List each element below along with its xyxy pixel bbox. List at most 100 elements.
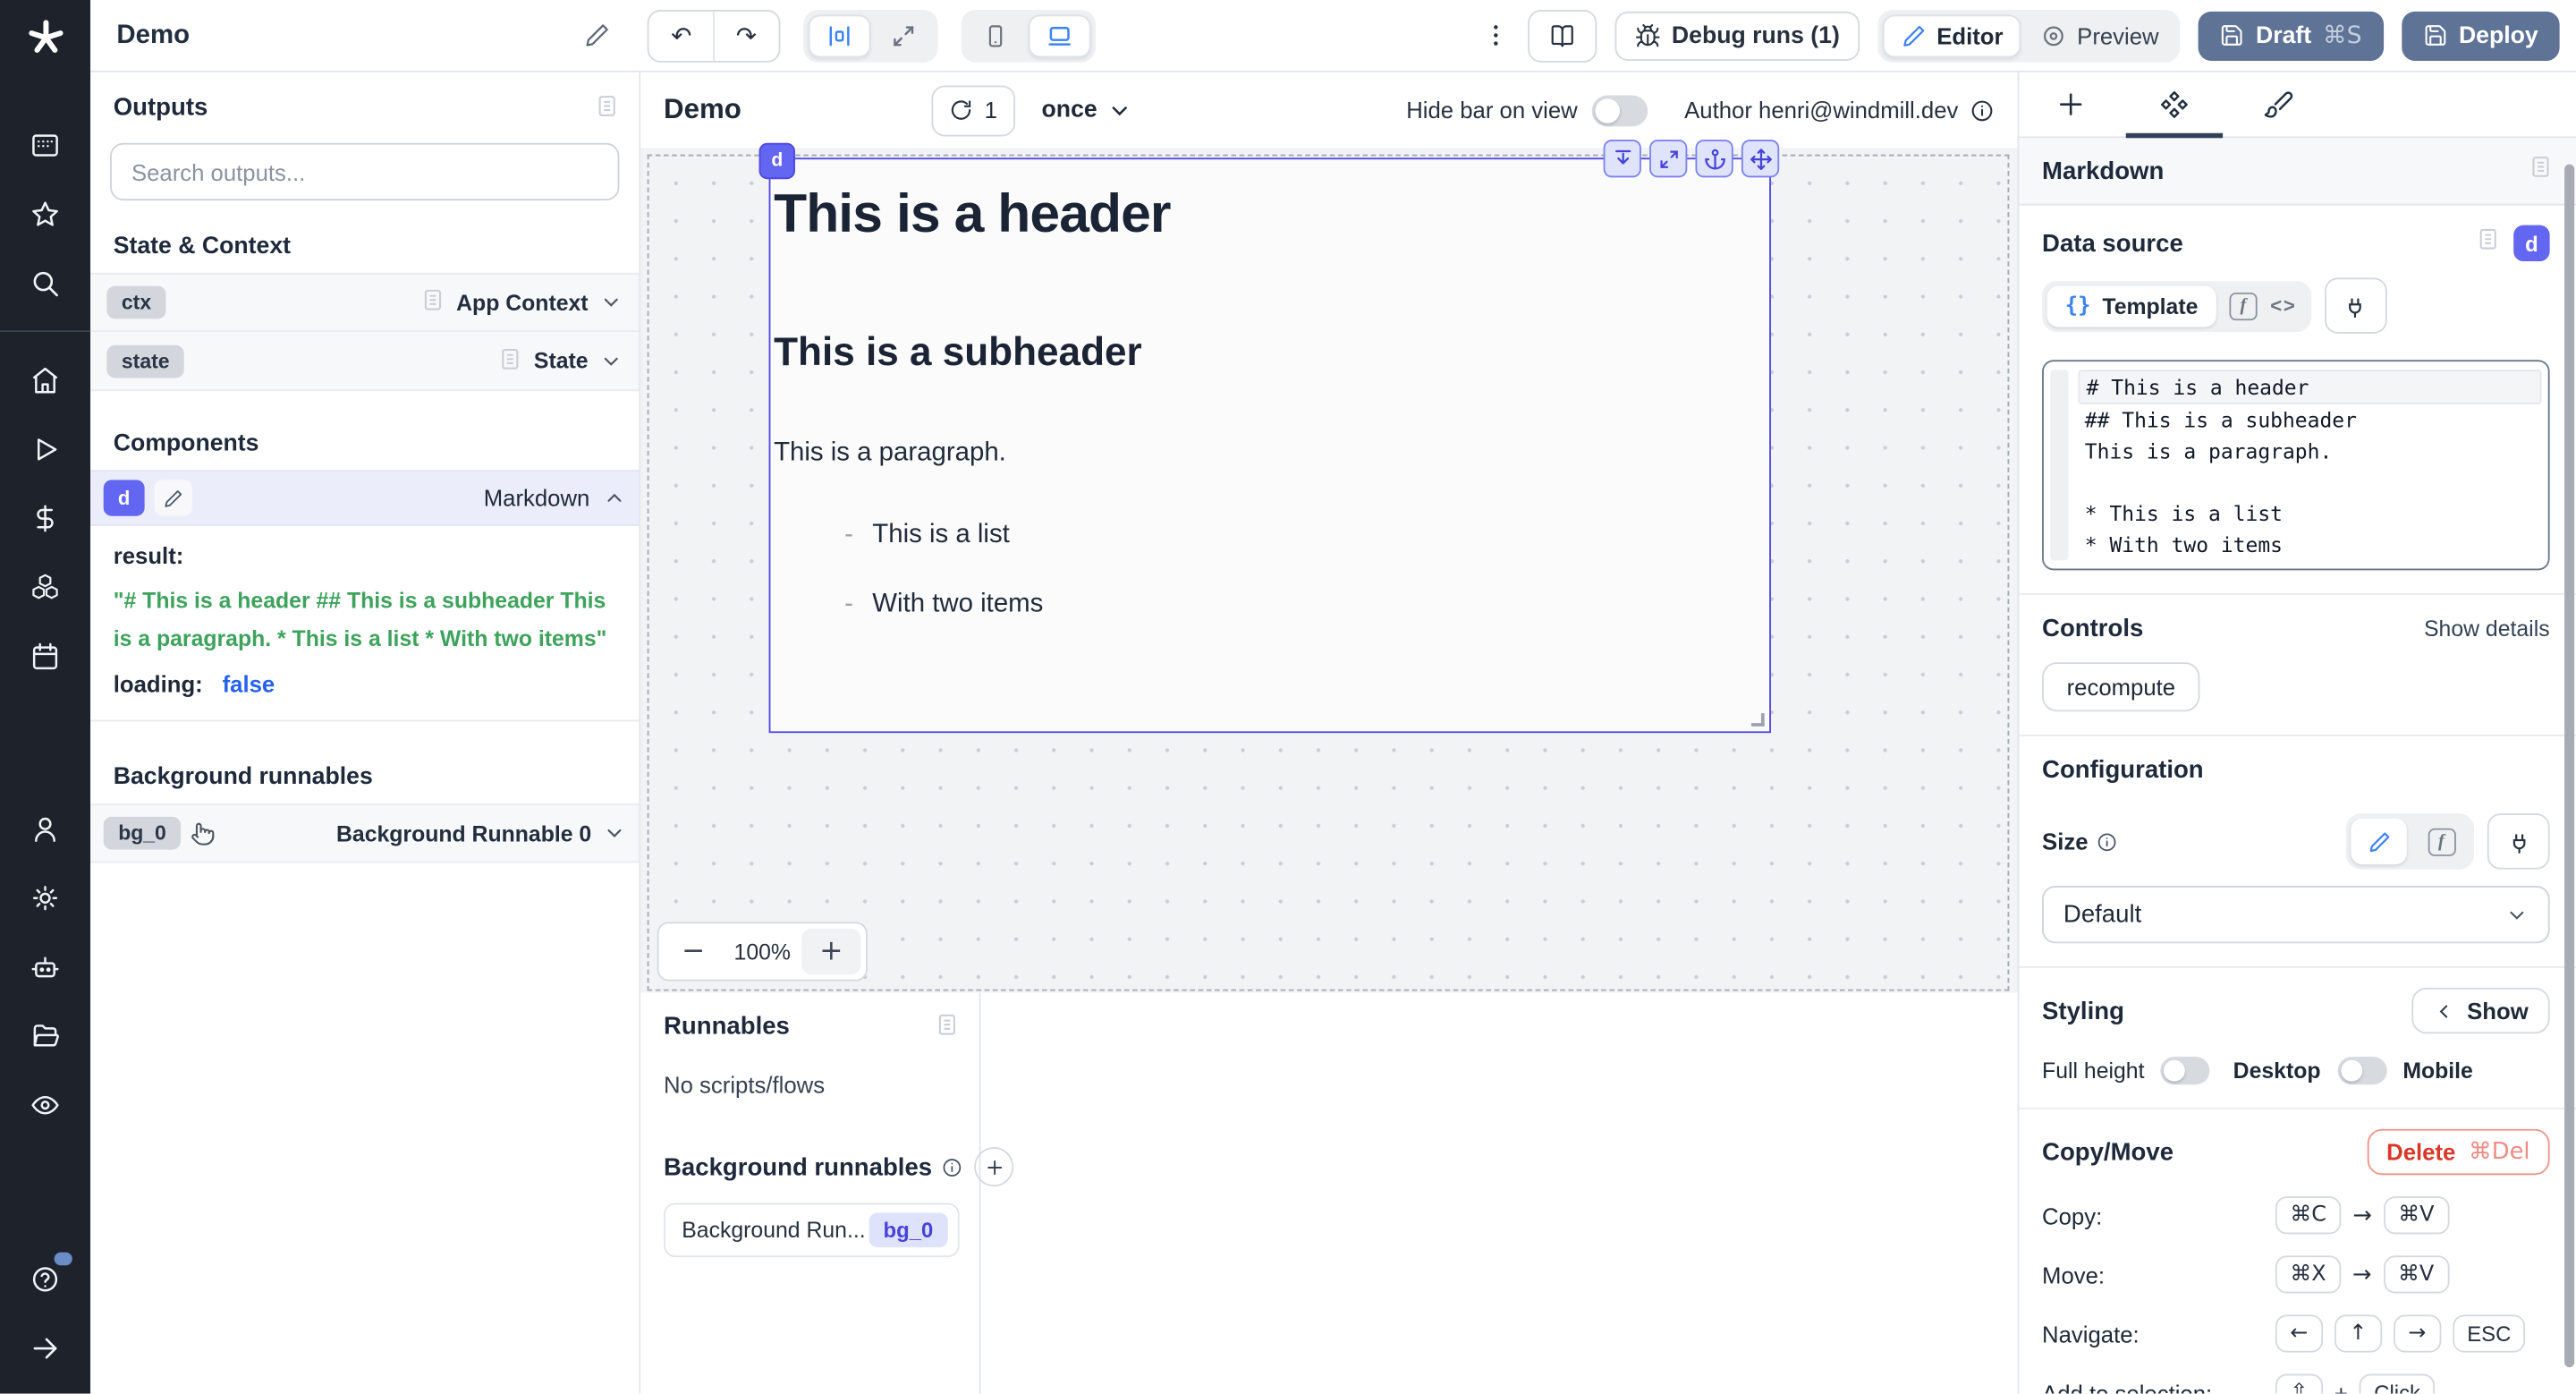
deploy-button[interactable]: Deploy — [2402, 11, 2560, 60]
runs-play-icon[interactable] — [15, 419, 74, 478]
expand-component-icon[interactable] — [1649, 140, 1687, 177]
delete-button[interactable]: Delete ⌘Del — [2367, 1129, 2549, 1175]
code-line[interactable]: * With two items — [2078, 529, 2541, 560]
move-shortcut-row: Move: ⌘X → ⌘V — [2042, 1255, 2550, 1293]
chevron-down-icon[interactable] — [603, 821, 626, 845]
refresh-icon — [950, 98, 973, 122]
chevron-down-icon[interactable] — [599, 291, 623, 314]
panel-scrollbar[interactable] — [2564, 165, 2574, 1367]
show-details-link[interactable]: Show details — [2424, 616, 2550, 642]
refresh-count-button[interactable]: 1 — [932, 85, 1015, 136]
desktop-toggle[interactable] — [2337, 1057, 2386, 1084]
ctx-row[interactable]: ctx App Context — [90, 273, 639, 332]
no-scripts-text: No scripts/flows — [664, 1072, 960, 1098]
folders-icon[interactable] — [15, 1007, 74, 1066]
resources-boxes-icon[interactable] — [15, 557, 74, 616]
markdown-rendered-content: This is a header This is a subheader Thi… — [770, 159, 1769, 619]
bottom-area: Runnables No scripts/flows Background ru… — [640, 992, 2017, 1393]
component-doc-icon[interactable] — [2529, 155, 2554, 188]
variables-dollar-icon[interactable] — [15, 489, 74, 548]
user-icon[interactable] — [15, 800, 74, 859]
template-mode-button[interactable]: {} Template — [2047, 285, 2216, 327]
apps-icon[interactable] — [15, 115, 74, 174]
help-icon[interactable] — [15, 1249, 74, 1308]
zoom-out-button[interactable]: − — [664, 929, 723, 974]
search-outputs-input[interactable] — [128, 157, 601, 186]
audit-eye-icon[interactable] — [15, 1075, 74, 1135]
runnables-doc-icon[interactable] — [935, 1012, 960, 1045]
more-kebab-icon[interactable] — [1481, 21, 1509, 49]
data-source-doc-icon[interactable] — [2476, 226, 2501, 259]
code-line[interactable]: * This is a list — [2078, 498, 2541, 530]
anchor-icon[interactable] — [1696, 140, 1733, 177]
code-line[interactable]: This is a paragraph. — [2078, 436, 2541, 467]
edit-id-pencil-icon[interactable] — [155, 480, 192, 515]
expand-layout-button[interactable] — [873, 14, 932, 57]
home-icon[interactable] — [15, 350, 74, 409]
tab-component-settings-icon[interactable] — [2123, 72, 2226, 137]
tab-insert-plus-icon[interactable] — [2019, 72, 2123, 137]
draft-button[interactable]: Draft ⌘S — [2199, 11, 2384, 60]
schedules-calendar-icon[interactable] — [15, 626, 74, 685]
state-row[interactable]: state State — [90, 332, 639, 391]
controls-title: Controls — [2042, 615, 2143, 642]
background-runnable-card[interactable]: Background Run... bg_0 — [664, 1203, 960, 1257]
move-component-icon[interactable] — [1741, 140, 1779, 177]
function-mode-icon[interactable]: f — [2229, 292, 2257, 319]
desktop-view-button[interactable] — [1028, 14, 1090, 57]
chevron-up-icon[interactable] — [603, 487, 626, 510]
schedule-dropdown[interactable]: once — [1042, 97, 1132, 123]
state-doc-icon[interactable] — [498, 346, 523, 376]
component-d-row[interactable]: d Markdown — [90, 470, 639, 525]
size-select[interactable]: Default — [2042, 886, 2550, 943]
tab-styling-brush-icon[interactable] — [2226, 72, 2330, 137]
styling-show-button[interactable]: Show — [2411, 988, 2550, 1033]
workers-robot-icon[interactable] — [15, 938, 74, 997]
kbd-key: ← — [2275, 1314, 2323, 1352]
ctx-doc-icon[interactable] — [420, 287, 445, 317]
template-code-editor[interactable]: # This is a header ## This is a subheade… — [2042, 360, 2550, 570]
code-mode-icon[interactable]: <> — [2270, 294, 2306, 318]
resize-handle[interactable] — [1751, 713, 1765, 727]
info-icon[interactable] — [1970, 98, 1995, 123]
preview-tab[interactable]: Preview — [2024, 14, 2175, 57]
data-source-mode-group: {} Template f <> — [2042, 280, 2311, 331]
settings-panel: Markdown Data source d {} Temp — [2018, 72, 2576, 1394]
markdown-component[interactable]: d This is a header — [769, 157, 1771, 733]
rename-pencil-icon[interactable] — [584, 21, 612, 49]
zoom-in-button[interactable]: + — [801, 929, 860, 974]
chevron-down-icon[interactable] — [599, 349, 623, 372]
favorites-star-icon[interactable] — [15, 184, 74, 243]
editor-tab[interactable]: Editor — [1883, 14, 2021, 57]
chevron-left-icon — [2433, 1000, 2454, 1022]
mobile-view-button[interactable] — [965, 14, 1024, 57]
plus-separator: + — [2334, 1380, 2348, 1394]
code-line[interactable]: ## This is a subheader — [2078, 404, 2541, 436]
code-line[interactable] — [2078, 467, 2541, 498]
size-function-icon[interactable]: f — [2413, 819, 2469, 864]
bg-runnable-card-label: Background Run... — [682, 1218, 865, 1243]
windmill-logo-icon[interactable] — [24, 16, 67, 67]
debug-runs-button[interactable]: Debug runs (1) — [1614, 11, 1860, 60]
fill-height-icon[interactable] — [1604, 140, 1641, 177]
size-connect-plug-icon[interactable] — [2487, 813, 2550, 869]
center-layout-button[interactable] — [808, 14, 870, 57]
search-icon[interactable] — [15, 253, 74, 312]
expand-sidebar-icon[interactable] — [15, 1318, 74, 1377]
hide-bar-toggle[interactable] — [1592, 95, 1648, 126]
undo-button[interactable]: ↶ — [649, 11, 713, 60]
outputs-doc-icon[interactable] — [595, 94, 620, 123]
settings-gear-icon[interactable] — [15, 869, 74, 928]
connect-plug-icon[interactable] — [2325, 277, 2387, 333]
redo-button[interactable]: ↷ — [713, 11, 778, 60]
bg0-row[interactable]: bg_0 Background Runnable 0 — [90, 803, 639, 863]
canvas-area: Demo 1 once Hide bar on view Author henr… — [640, 72, 2017, 1394]
docs-book-button[interactable] — [1527, 9, 1596, 62]
code-line[interactable]: # This is a header — [2078, 370, 2541, 404]
canvas-grid[interactable]: d This is a header — [640, 148, 2017, 992]
pencil-icon — [1901, 22, 1927, 48]
size-static-pencil-icon[interactable] — [2351, 819, 2406, 864]
full-height-toggle[interactable] — [2161, 1057, 2210, 1084]
recompute-button[interactable]: recompute — [2042, 662, 2200, 711]
zoom-value: 100% — [723, 939, 801, 965]
